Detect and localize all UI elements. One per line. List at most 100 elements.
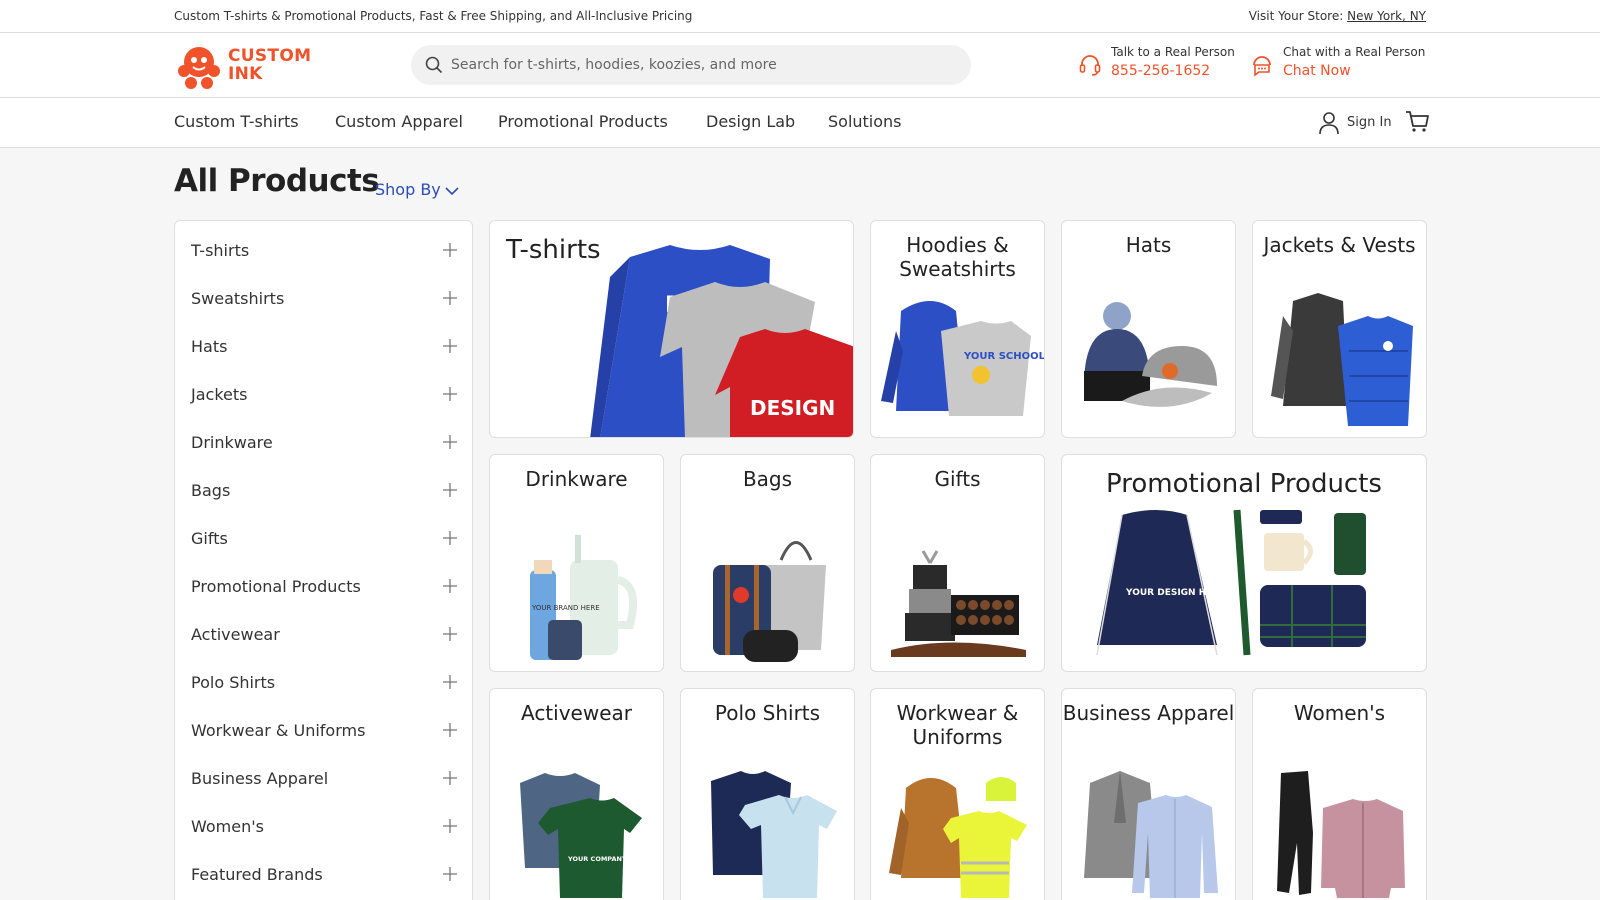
sidebar-item-label: Bags: [191, 481, 231, 500]
category-card-jackets-vests[interactable]: Jackets & Vests: [1252, 220, 1427, 438]
nav-promotional-products[interactable]: Promotional Products: [498, 112, 668, 131]
sidebar-item-business-apparel[interactable]: Business Apparel: [191, 767, 457, 793]
phone-contact[interactable]: Talk to a Real Person 855-256-1652: [1078, 45, 1238, 85]
main-nav: Custom T-shirts Custom Apparel Promotion…: [0, 98, 1600, 148]
nav-custom-apparel[interactable]: Custom Apparel: [335, 112, 463, 131]
sidebar-item-label: Featured Brands: [191, 865, 323, 884]
sidebar-item-label: Activewear: [191, 625, 280, 644]
business-apparel-image: [1084, 771, 1218, 898]
chevron-down-icon: [445, 186, 459, 195]
plus-icon[interactable]: [443, 579, 457, 593]
workwear-image: [889, 777, 1027, 898]
sidebar-item-label: Promotional Products: [191, 577, 361, 596]
sidebar-item-promotional-products[interactable]: Promotional Products: [191, 575, 457, 601]
sidebar-item-polo-shirts[interactable]: Polo Shirts: [191, 671, 457, 697]
logo-line-2: INK: [228, 64, 263, 84]
plus-icon[interactable]: [443, 435, 457, 449]
chat-icon: [1253, 56, 1271, 77]
nav-solutions[interactable]: Solutions: [828, 112, 902, 131]
plus-icon[interactable]: [443, 531, 457, 545]
category-card-activewear[interactable]: Activewear YOUR COMPANY: [489, 688, 664, 900]
page-title: All Products: [174, 163, 380, 199]
card-title: Drinkware: [525, 467, 628, 491]
plus-icon[interactable]: [443, 627, 457, 641]
sidebar-item-jackets[interactable]: Jackets: [191, 383, 457, 409]
plus-icon[interactable]: [443, 723, 457, 737]
chat-contact[interactable]: Chat with a Real Person Chat Now: [1250, 45, 1430, 85]
jackets-image: [1271, 293, 1413, 426]
search-input[interactable]: [451, 45, 951, 85]
sidebar-item-label: Drinkware: [191, 433, 273, 452]
sidebar-item-label: Workwear & Uniforms: [191, 721, 366, 740]
category-card-womens[interactable]: Women's: [1252, 688, 1427, 900]
card-title: Activewear: [520, 701, 632, 725]
sidebar-item-tshirts[interactable]: T-shirts: [191, 239, 457, 265]
gifts-image: [891, 550, 1026, 657]
tshirt-print-text: DESIGN: [750, 396, 835, 420]
sidebar-item-label: Jackets: [191, 385, 248, 404]
card-title: Hats: [1125, 233, 1172, 257]
hoodie-print-text: YOUR SCHOOL: [963, 351, 1045, 362]
sidebar-item-gifts[interactable]: Gifts: [191, 527, 457, 553]
category-card-workwear-uniforms[interactable]: Workwear & Uniforms: [870, 688, 1045, 900]
search-bar[interactable]: [411, 45, 971, 85]
sidebar-item-featured-brands[interactable]: Featured Brands: [191, 863, 457, 889]
plus-icon[interactable]: [443, 867, 457, 881]
plus-icon[interactable]: [443, 339, 457, 353]
logo-wordmark: CUSTOM INK: [228, 47, 311, 83]
shop-by-dropdown[interactable]: Shop By: [375, 180, 459, 199]
plus-icon[interactable]: [443, 243, 457, 257]
category-card-business-apparel[interactable]: Business Apparel: [1061, 688, 1236, 900]
sidebar-item-hats[interactable]: Hats: [191, 335, 457, 361]
sidebar-item-activewear[interactable]: Activewear: [191, 623, 457, 649]
plus-icon[interactable]: [443, 387, 457, 401]
search-icon: [425, 56, 443, 74]
sidebar-item-womens[interactable]: Women's: [191, 815, 457, 841]
custom-ink-logo[interactable]: CUSTOM INK: [174, 41, 314, 91]
plus-icon[interactable]: [443, 483, 457, 497]
category-card-hats[interactable]: Hats: [1061, 220, 1236, 438]
category-card-gifts[interactable]: Gifts: [870, 454, 1045, 672]
card-title: Jackets & Vests: [1263, 233, 1416, 257]
category-card-hoodies-sweatshirts[interactable]: Hoodies & Sweatshirts YOUR SCHOOL: [870, 220, 1045, 438]
promo-bar: Custom T-shirts & Promotional Products, …: [0, 0, 1600, 33]
sidebar-item-label: T-shirts: [191, 241, 250, 260]
card-title: Gifts: [934, 467, 981, 491]
plus-icon[interactable]: [443, 771, 457, 785]
card-title: Business Apparel: [1062, 701, 1235, 725]
promo-products-image: YOUR DESIGN HERE: [1096, 509, 1366, 656]
activewear-image: YOUR COMPANY: [520, 773, 642, 898]
category-card-promotional-products[interactable]: Promotional Products YOUR DESIGN HERE: [1061, 454, 1427, 672]
hats-image: [1084, 302, 1217, 407]
sidebar-item-bags[interactable]: Bags: [191, 479, 457, 505]
chat-now-link[interactable]: Chat Now: [1283, 63, 1351, 79]
nav-design-lab[interactable]: Design Lab: [706, 112, 795, 131]
sidebar-item-drinkware[interactable]: Drinkware: [191, 431, 457, 457]
category-card-tshirts[interactable]: T-shirts DESIGN DESIGN: [489, 220, 854, 438]
plus-icon[interactable]: [443, 291, 457, 305]
card-title: Hoodies & Sweatshirts: [899, 233, 1016, 281]
category-card-polo-shirts[interactable]: Polo Shirts: [680, 688, 855, 900]
chat-label: Chat with a Real Person: [1283, 45, 1426, 59]
polo-shirts-image: [711, 771, 837, 898]
sign-in-label: Sign In: [1347, 115, 1392, 130]
plus-icon[interactable]: [443, 675, 457, 689]
sidebar-item-workwear-uniforms[interactable]: Workwear & Uniforms: [191, 719, 457, 745]
plus-icon[interactable]: [443, 819, 457, 833]
category-sidebar: T-shirts Sweatshirts Hats Jackets Drinkw…: [174, 220, 473, 900]
card-title: T-shirts: [506, 235, 601, 265]
store-link[interactable]: New York, NY: [1347, 9, 1426, 23]
sidebar-item-label: Sweatshirts: [191, 289, 285, 308]
category-card-bags[interactable]: Bags: [680, 454, 855, 672]
phone-number[interactable]: 855-256-1652: [1111, 63, 1210, 79]
sidebar-item-sweatshirts[interactable]: Sweatshirts: [191, 287, 457, 313]
card-title: Bags: [742, 467, 793, 491]
nav-custom-tshirts[interactable]: Custom T-shirts: [174, 112, 299, 131]
bag-print-text: YOUR DESIGN HERE: [1125, 588, 1225, 598]
phone-label: Talk to a Real Person: [1111, 45, 1235, 59]
cart-icon[interactable]: [1404, 108, 1430, 134]
card-title: Women's: [1293, 701, 1386, 725]
sidebar-item-label: Business Apparel: [191, 769, 329, 788]
category-card-drinkware[interactable]: Drinkware YOUR BRAND HERE: [489, 454, 664, 672]
card-title: Promotional Products: [1106, 469, 1382, 499]
